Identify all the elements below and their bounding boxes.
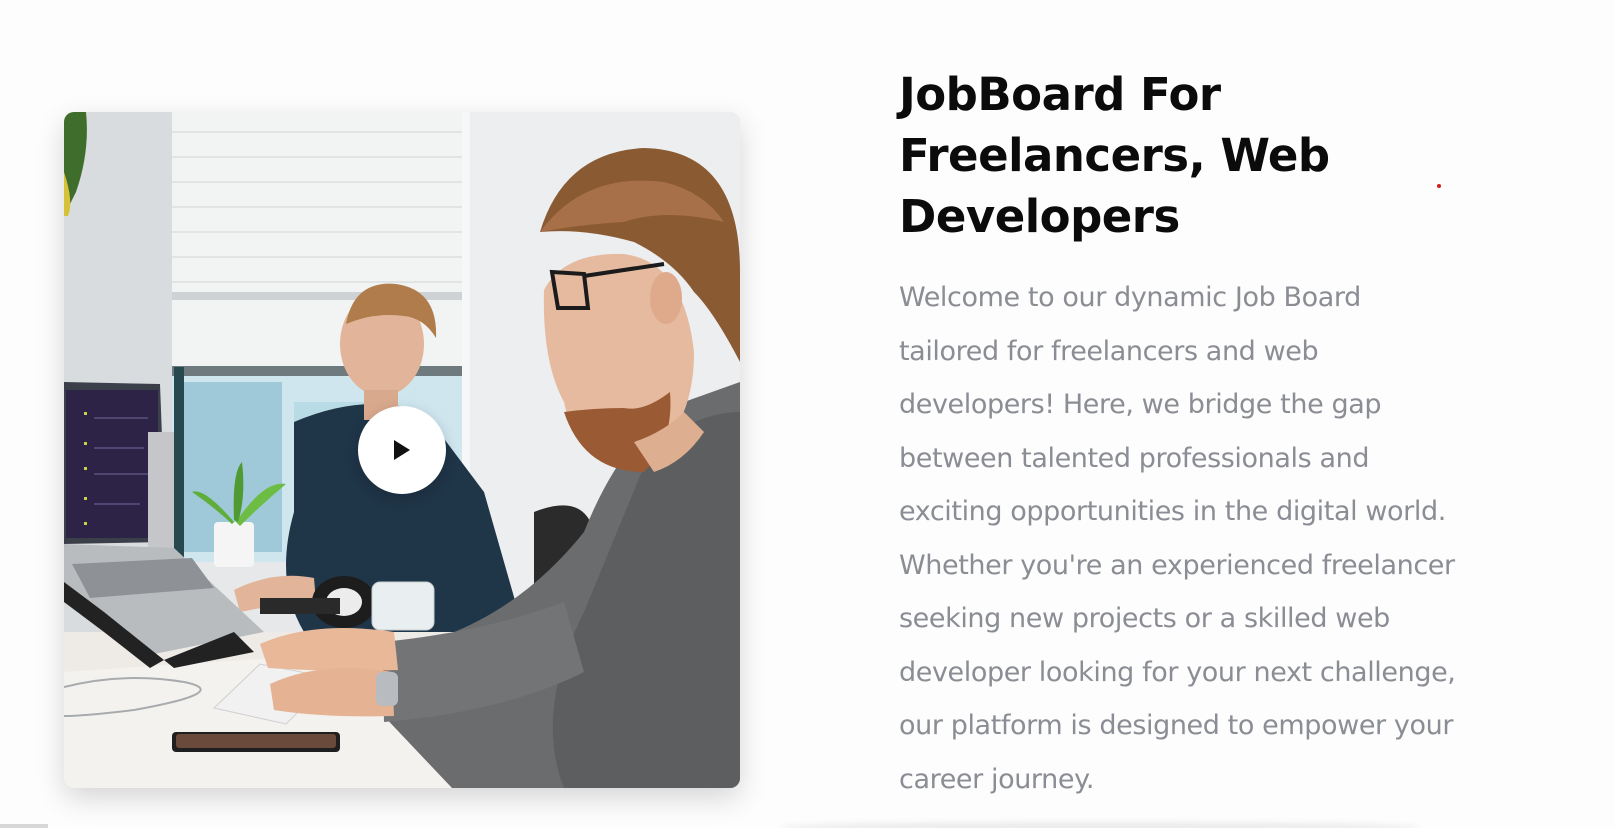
scroll-edge-indicator [0, 824, 48, 828]
video-thumbnail[interactable] [64, 112, 740, 788]
accent-dot [1437, 184, 1441, 188]
play-icon [394, 440, 410, 460]
hero-content: JobBoard For Freelancers, Web Developers… [899, 64, 1499, 806]
play-button[interactable] [358, 406, 446, 494]
page: JobBoard For Freelancers, Web Developers… [0, 0, 1615, 828]
page-title: JobBoard For Freelancers, Web Developers [899, 68, 1330, 243]
section-divider-shadow [780, 822, 1420, 828]
intro-paragraph: Welcome to our dynamic Job Board tailore… [899, 282, 1456, 795]
